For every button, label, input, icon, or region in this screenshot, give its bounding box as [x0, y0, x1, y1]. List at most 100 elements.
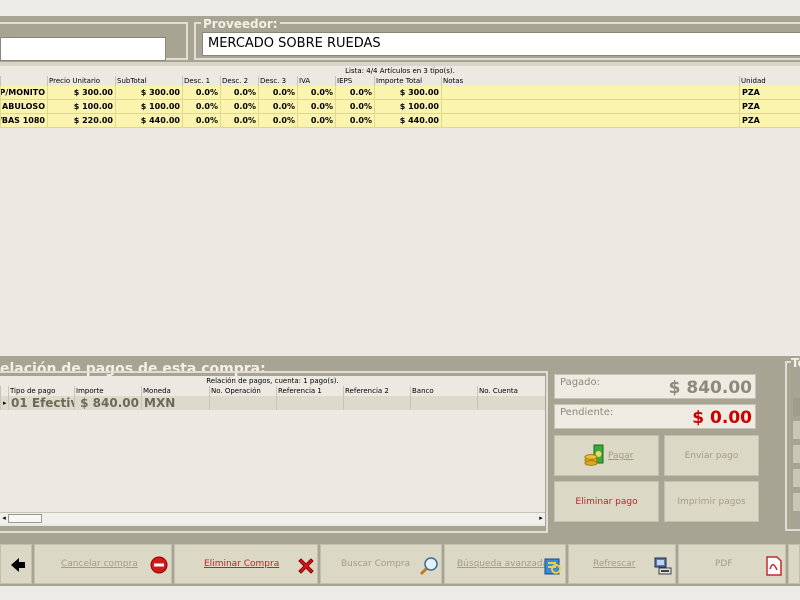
col-no-operacion[interactable]: No. Operación [209, 386, 276, 396]
bottom-strip [0, 586, 800, 600]
eliminar-pago-label: Eliminar pago [575, 497, 638, 507]
payments-caption: Relación de pagos, cuenta: 1 pago(s). [206, 377, 339, 385]
eliminar-pago-button[interactable]: Eliminar pago [554, 481, 659, 522]
cell-iva: 0.0% [297, 86, 335, 100]
cell-desc2: 0.0% [220, 114, 258, 128]
advanced-search-icon [544, 558, 561, 575]
cell-precio: $ 100.00 [47, 100, 115, 114]
header-panel: Proveedor: MERCADO SOBRE RUEDAS [0, 16, 800, 62]
refrescar-button[interactable]: Refrescar [568, 544, 676, 584]
pagar-label: Pagar [608, 451, 634, 461]
imprimir-pagos-label: Imprimir pagos [677, 497, 746, 507]
right-panel-item[interactable] [793, 445, 800, 463]
computer-refresh-icon [654, 557, 672, 575]
col-unidad[interactable]: Unidad [739, 76, 800, 86]
cell-ieps: 0.0% [335, 114, 374, 128]
row-pointer-icon: ▸ [0, 396, 8, 410]
pendiente-box: Pendiente: $ 0.00 [554, 404, 756, 429]
col-referencia-2[interactable]: Referencia 2 [343, 386, 410, 396]
col-desc1[interactable]: Desc. 1 [182, 76, 220, 86]
cell-descripcion: P/MONITO [0, 86, 47, 100]
col-banco[interactable]: Banco [410, 386, 477, 396]
cell-no-cuenta [477, 396, 545, 410]
pdf-file-icon [766, 556, 782, 576]
left-group [0, 22, 188, 61]
cell-subtotal: $ 440.00 [115, 114, 182, 128]
table-row[interactable]: P/MONITO $ 300.00 $ 300.00 0.0% 0.0% 0.0… [0, 86, 800, 100]
eliminar-compra-button[interactable]: Eliminar Compra [174, 544, 318, 584]
col-no-cuenta[interactable]: No. Cuenta [477, 386, 545, 396]
cancelar-compra-label: Cancelar compra [61, 559, 138, 569]
right-panel-label: To [791, 356, 800, 370]
more-toolbar-button[interactable] [788, 544, 800, 584]
delete-x-icon [298, 558, 314, 574]
table-row[interactable]: ABULOSO $ 100.00 $ 100.00 0.0% 0.0% 0.0%… [0, 100, 800, 114]
col-iva[interactable]: IVA [297, 76, 335, 86]
enviar-pago-label: Enviar pago [684, 451, 739, 461]
left-input[interactable] [0, 37, 166, 61]
cell-ieps: 0.0% [335, 86, 374, 100]
cell-unidad: PZA [739, 100, 800, 114]
cell-subtotal: $ 300.00 [115, 86, 182, 100]
cell-importe: $ 100.00 [374, 100, 441, 114]
col-importe[interactable]: Importe [74, 386, 141, 396]
refrescar-label: Refrescar [593, 559, 636, 569]
back-button[interactable] [0, 544, 32, 584]
col-ieps[interactable]: IEPS [335, 76, 374, 86]
cell-iva: 0.0% [297, 114, 335, 128]
scroll-left-icon[interactable]: ◂ [0, 513, 8, 524]
pdf-label: PDF [715, 559, 733, 569]
no-entry-icon [150, 556, 168, 574]
right-panel-item[interactable] [793, 421, 800, 439]
cell-referencia-2 [343, 396, 410, 410]
cell-banco [410, 396, 477, 410]
col-notas[interactable]: Notas [441, 76, 739, 86]
cell-desc1: 0.0% [182, 114, 220, 128]
items-caption: Lista: 4/4 Artículos en 3 tipo(s). [345, 67, 455, 75]
col-desc3[interactable]: Desc. 3 [258, 76, 297, 86]
pagar-button[interactable]: Pagar [554, 435, 659, 476]
cancelar-compra-button[interactable]: Cancelar compra [34, 544, 172, 584]
imprimir-pagos-button[interactable]: Imprimir pagos [664, 481, 759, 522]
col-descripcion[interactable] [0, 76, 47, 86]
scroll-thumb[interactable] [8, 514, 42, 523]
col-referencia-1[interactable]: Referencia 1 [276, 386, 343, 396]
scroll-right-icon[interactable]: ▸ [537, 513, 545, 524]
payments-grid[interactable]: Relación de pagos, cuenta: 1 pago(s). Ti… [0, 376, 545, 526]
col-precio[interactable]: Precio Unitario [47, 76, 115, 86]
cell-precio: $ 300.00 [47, 86, 115, 100]
cell-descripcion: ABULOSO [0, 100, 47, 114]
coins-money-icon [584, 444, 604, 466]
right-panel-item[interactable] [793, 469, 800, 487]
right-panel-item[interactable] [793, 493, 800, 511]
cell-importe: $ 300.00 [374, 86, 441, 100]
col-indicator [0, 386, 8, 396]
cell-descripcion: 1080 C/BAS [0, 114, 47, 128]
right-panel-item[interactable] [793, 398, 800, 416]
pagado-value: $ 840.00 [668, 378, 752, 398]
cell-notas [441, 86, 739, 100]
busqueda-avanzada-button[interactable]: Búsqueda avanzada [444, 544, 566, 584]
payments-panel: elación de pagos de esta compra: Relació… [0, 356, 800, 542]
col-importe[interactable]: Importe Total [374, 76, 441, 86]
table-row[interactable]: 1080 C/BAS $ 220.00 $ 440.00 0.0% 0.0% 0… [0, 114, 800, 128]
proveedor-input[interactable]: MERCADO SOBRE RUEDAS [202, 32, 800, 56]
cell-no-operacion [209, 396, 276, 410]
col-desc2[interactable]: Desc. 2 [220, 76, 258, 86]
col-tipo-pago[interactable]: Tipo de pago [8, 386, 74, 396]
enviar-pago-button[interactable]: Enviar pago [664, 435, 759, 476]
col-subtotal[interactable]: SubTotal [115, 76, 182, 86]
cell-importe: $ 440.00 [374, 114, 441, 128]
cell-importe: $ 840.00 [74, 396, 141, 410]
col-moneda[interactable]: Moneda [141, 386, 209, 396]
cell-notas [441, 114, 739, 128]
cell-moneda: MXN [141, 396, 209, 410]
cell-precio: $ 220.00 [47, 114, 115, 128]
pdf-button[interactable]: PDF [678, 544, 786, 584]
cell-desc3: 0.0% [258, 86, 297, 100]
pagado-box: Pagado: $ 840.00 [554, 374, 756, 399]
items-grid[interactable]: Lista: 4/4 Artículos en 3 tipo(s). Preci… [0, 66, 800, 356]
cell-referencia-1 [276, 396, 343, 410]
horizontal-scrollbar[interactable]: ◂ ▸ [0, 512, 545, 524]
buscar-compra-button[interactable]: Buscar Compra [320, 544, 442, 584]
